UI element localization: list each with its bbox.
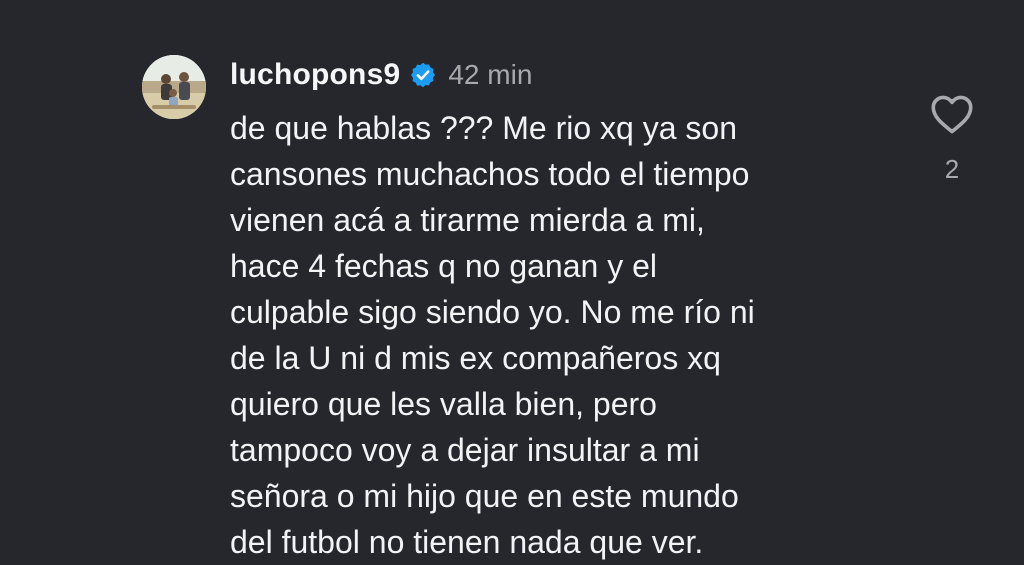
comment-timestamp: 42 min [448, 59, 533, 90]
comment-text-line: hace 4 fechas q no ganan y el [230, 248, 657, 284]
comment-text-line: cansones muchachos todo el tiempo [230, 156, 750, 192]
comment-text-line: de la U ni d mis ex compañeros xq [230, 340, 721, 376]
avatar[interactable] [142, 55, 206, 119]
avatar-image [142, 55, 206, 119]
comment-text-line: vienen acá a tirarme mierda a mi, [230, 202, 705, 238]
comment-text-line: culpable sigo siendo yo. No me río ni [230, 294, 755, 330]
username[interactable]: luchopons9 [230, 58, 400, 92]
comment-text: de que hablas ??? Me rio xq ya son canso… [230, 105, 870, 565]
like-count: 2 [944, 154, 960, 184]
comment-text-line: señora o mi hijo que en este mundo [230, 478, 739, 514]
like-button[interactable] [924, 86, 980, 142]
comment-text-line: de que hablas ??? Me rio xq ya son [230, 110, 737, 146]
comment-text-line: quiero que les valla bien, pero [230, 386, 657, 422]
comment: luchopons9 42 min de que hablas ??? Me r… [0, 0, 1024, 560]
comment-text-line: tampoco voy a dejar insultar a mi [230, 432, 700, 468]
comment-header: luchopons9 42 min [230, 55, 532, 95]
heart-outline-icon [931, 95, 973, 134]
verified-badge-icon [409, 61, 437, 89]
comment-text-line: del futbol no tienen nada que ver. [230, 524, 704, 560]
